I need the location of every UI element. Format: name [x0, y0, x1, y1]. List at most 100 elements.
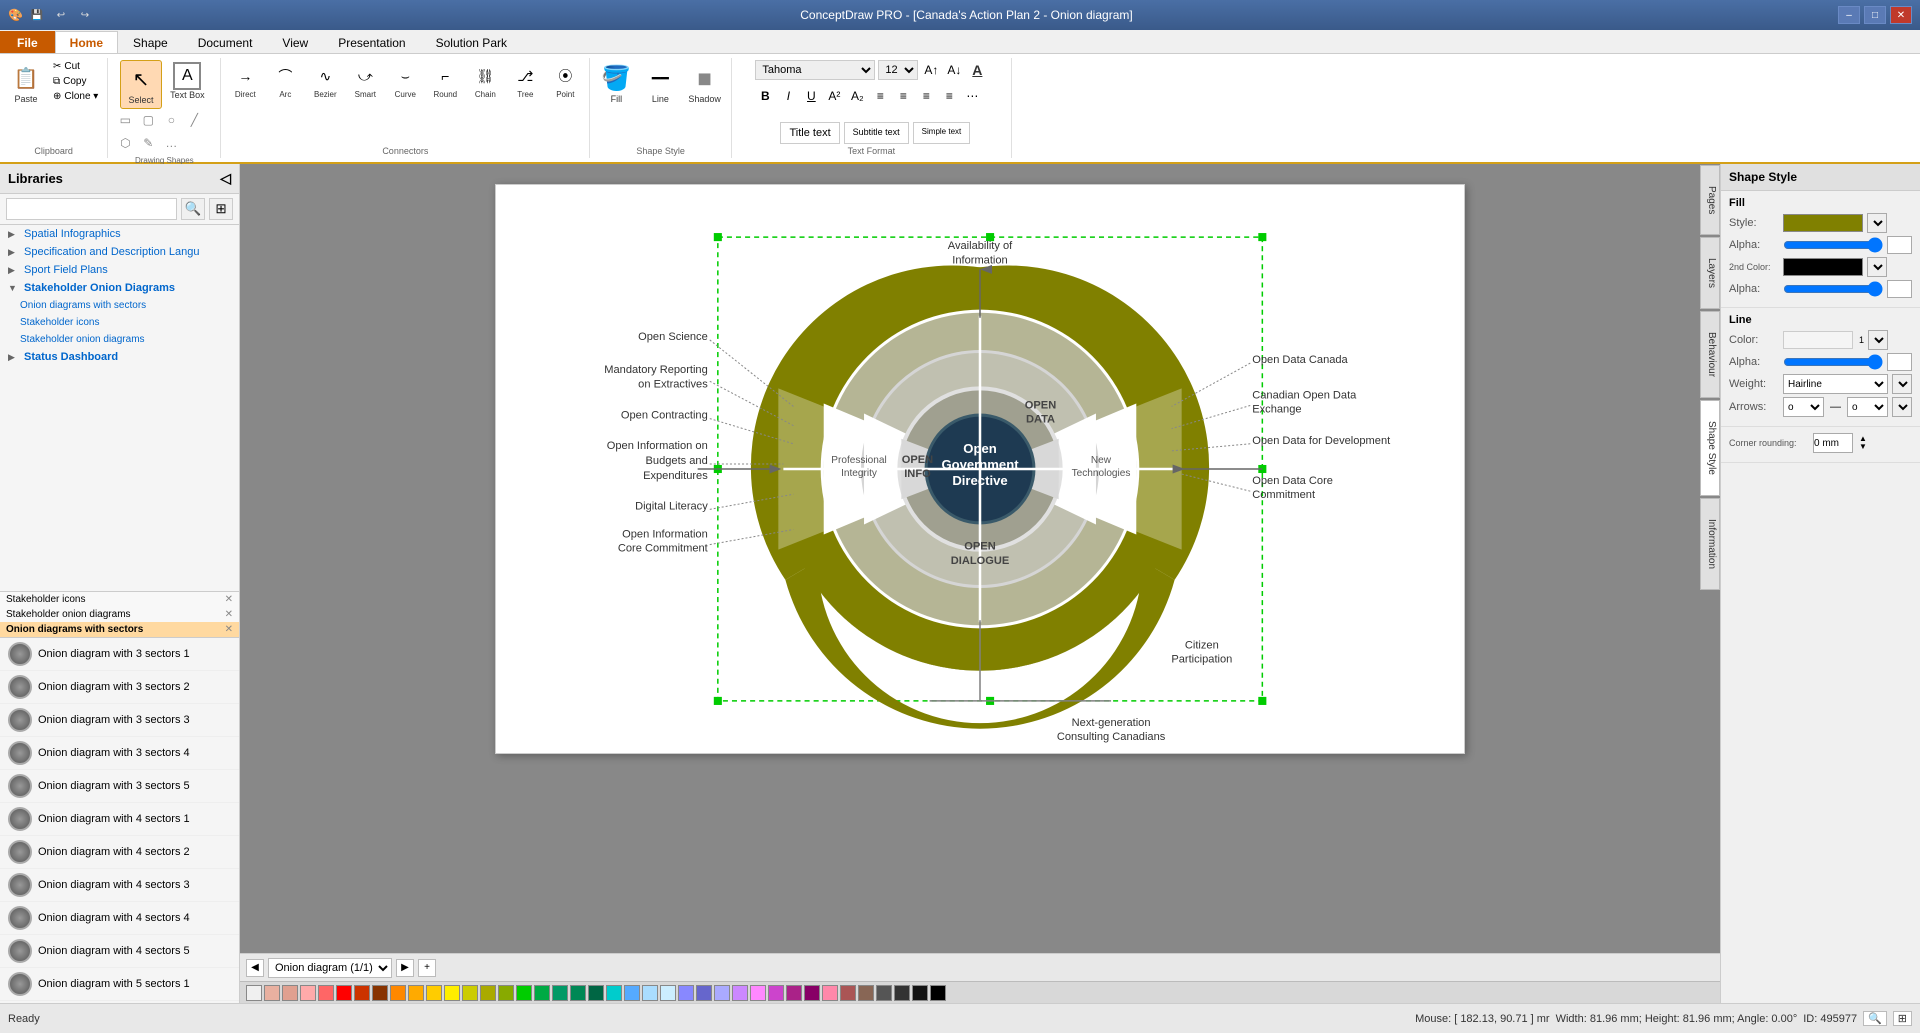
arc-button[interactable]: ⌒ Arc: [267, 60, 303, 101]
list-item[interactable]: Onion diagram with 4 sectors 3: [0, 869, 239, 902]
paste-button[interactable]: 📋 Paste: [6, 60, 46, 107]
list-item[interactable]: Onion diagram with 3 sectors 3: [0, 704, 239, 737]
color-swatch[interactable]: [660, 985, 676, 1001]
direct-button[interactable]: → Direct: [227, 60, 263, 101]
align-left-btn[interactable]: ≡: [870, 86, 890, 106]
round-button[interactable]: ⌐ Round: [427, 60, 463, 101]
tree-status-dashboard[interactable]: ▶ Status Dashboard: [0, 348, 239, 366]
bezier-button[interactable]: ∿ Bezier: [307, 60, 343, 101]
font-larger-btn[interactable]: A↑: [921, 60, 941, 80]
line-tool[interactable]: ╱: [183, 109, 205, 131]
color-swatch[interactable]: [786, 985, 802, 1001]
more-shapes[interactable]: …: [160, 132, 182, 154]
rect-tool[interactable]: ▭: [114, 109, 136, 131]
color-swatch[interactable]: [642, 985, 658, 1001]
underline-btn[interactable]: U: [801, 86, 821, 106]
color-swatch[interactable]: [408, 985, 424, 1001]
color-swatch[interactable]: [840, 985, 856, 1001]
color-swatch[interactable]: [696, 985, 712, 1001]
arrows-extra-select[interactable]: ▾: [1892, 397, 1912, 417]
color-swatch[interactable]: [588, 985, 604, 1001]
align-center-btn[interactable]: ≡: [893, 86, 913, 106]
fill-alpha-value[interactable]: [1887, 236, 1912, 254]
list-item[interactable]: Onion diagram with 4 sectors 5: [0, 935, 239, 968]
tab-view[interactable]: View: [267, 31, 323, 53]
font-smaller-btn[interactable]: A↓: [944, 60, 964, 80]
cat-close-btn[interactable]: ✕: [225, 594, 233, 605]
save-quick-btn[interactable]: 💾: [27, 6, 47, 24]
minimize-button[interactable]: –: [1838, 6, 1860, 24]
zoom-100-btn[interactable]: ⊞: [1893, 1011, 1912, 1026]
search-input[interactable]: [6, 198, 177, 220]
drawing-canvas[interactable]: OPEN DATA OPEN INFO OPEN DIALOGUE Open G…: [495, 184, 1465, 754]
weight-select[interactable]: Hairline: [1783, 374, 1888, 394]
tree-stakeholder-onion-diagrams[interactable]: Stakeholder onion diagrams: [0, 331, 239, 348]
close-button[interactable]: ✕: [1890, 6, 1912, 24]
line-color-preview[interactable]: [1783, 331, 1853, 349]
color-swatch[interactable]: [768, 985, 784, 1001]
tab-solution-park[interactable]: Solution Park: [421, 31, 522, 53]
tab-information[interactable]: Information: [1700, 498, 1720, 590]
tree-stakeholder-onion[interactable]: ▼ Stakeholder Onion Diagrams: [0, 279, 239, 297]
point-button[interactable]: ⦿ Point: [547, 60, 583, 101]
corner-down-btn[interactable]: ▼: [1859, 443, 1867, 451]
tab-presentation[interactable]: Presentation: [323, 31, 420, 53]
fill-2nd-alpha-value[interactable]: [1887, 280, 1912, 298]
bold-btn[interactable]: B: [755, 86, 775, 106]
cat-close-btn[interactable]: ✕: [225, 609, 233, 620]
next-page-btn[interactable]: ▶: [396, 959, 414, 977]
list-item[interactable]: Onion diagram with 3 sectors 2: [0, 671, 239, 704]
sidebar-collapse-btn[interactable]: ◁: [220, 170, 231, 187]
redo-quick-btn[interactable]: ↪: [75, 6, 95, 24]
color-swatch[interactable]: [498, 985, 514, 1001]
list-item[interactable]: Onion diagram with 4 sectors 2: [0, 836, 239, 869]
simple-text-btn[interactable]: Simple text: [913, 122, 971, 144]
list-item[interactable]: Onion diagram with 3 sectors 4: [0, 737, 239, 770]
freehand-tool[interactable]: ✎: [137, 132, 159, 154]
color-swatch[interactable]: [732, 985, 748, 1001]
list-item[interactable]: Onion diagram with 4 sectors 4: [0, 902, 239, 935]
clone-button[interactable]: ⊕ Clone ▾: [50, 90, 101, 103]
tab-file[interactable]: File: [0, 31, 55, 53]
color-swatch[interactable]: [750, 985, 766, 1001]
line-style-button[interactable]: ━━ Line: [640, 60, 680, 107]
copy-button[interactable]: ⧉ Copy: [50, 75, 101, 88]
cut-button[interactable]: ✂ Cut: [50, 60, 101, 73]
color-swatch[interactable]: [804, 985, 820, 1001]
font-select[interactable]: Tahoma: [755, 60, 875, 80]
line-color-select[interactable]: ▾: [1868, 330, 1888, 350]
list-item[interactable]: Onion diagram with 5 sectors 1: [0, 968, 239, 1001]
undo-quick-btn[interactable]: ↩: [51, 6, 71, 24]
color-swatch[interactable]: [678, 985, 694, 1001]
tab-shape-style[interactable]: Shape Style: [1700, 400, 1720, 496]
color-swatch[interactable]: [300, 985, 316, 1001]
tab-shape[interactable]: Shape: [118, 31, 183, 53]
superscript-btn[interactable]: A²: [824, 86, 844, 106]
list-item[interactable]: Onion diagram with 3 sectors 1: [0, 638, 239, 671]
canvas-area[interactable]: OPEN DATA OPEN INFO OPEN DIALOGUE Open G…: [240, 164, 1720, 1003]
fill-style-select[interactable]: ▾: [1867, 213, 1887, 233]
text-box-button[interactable]: A Text Box: [166, 60, 209, 103]
fill-color-preview[interactable]: [1783, 214, 1863, 232]
color-swatch[interactable]: [606, 985, 622, 1001]
shadow-button[interactable]: ◼ Shadow: [684, 60, 725, 107]
list-item[interactable]: Onion diagram with 4 sectors 1: [0, 803, 239, 836]
corner-value-input[interactable]: [1813, 433, 1853, 453]
color-swatch[interactable]: [426, 985, 442, 1001]
rounded-rect-tool[interactable]: ▢: [137, 109, 159, 131]
color-swatch[interactable]: [354, 985, 370, 1001]
ellipse-tool[interactable]: ○: [160, 109, 182, 131]
fill-2nd-alpha-slider[interactable]: [1783, 285, 1883, 293]
color-swatch[interactable]: [372, 985, 388, 1001]
color-swatch[interactable]: [390, 985, 406, 1001]
search-button[interactable]: 🔍: [181, 198, 205, 220]
color-swatch[interactable]: [624, 985, 640, 1001]
add-page-btn[interactable]: +: [418, 959, 436, 977]
zoom-fit-btn[interactable]: 🔍: [1863, 1011, 1887, 1026]
color-swatch[interactable]: [930, 985, 946, 1001]
color-swatch[interactable]: [822, 985, 838, 1001]
color-swatch[interactable]: [318, 985, 334, 1001]
color-swatch[interactable]: [876, 985, 892, 1001]
color-swatch[interactable]: [462, 985, 478, 1001]
fill-2nd-color-preview[interactable]: [1783, 258, 1863, 276]
